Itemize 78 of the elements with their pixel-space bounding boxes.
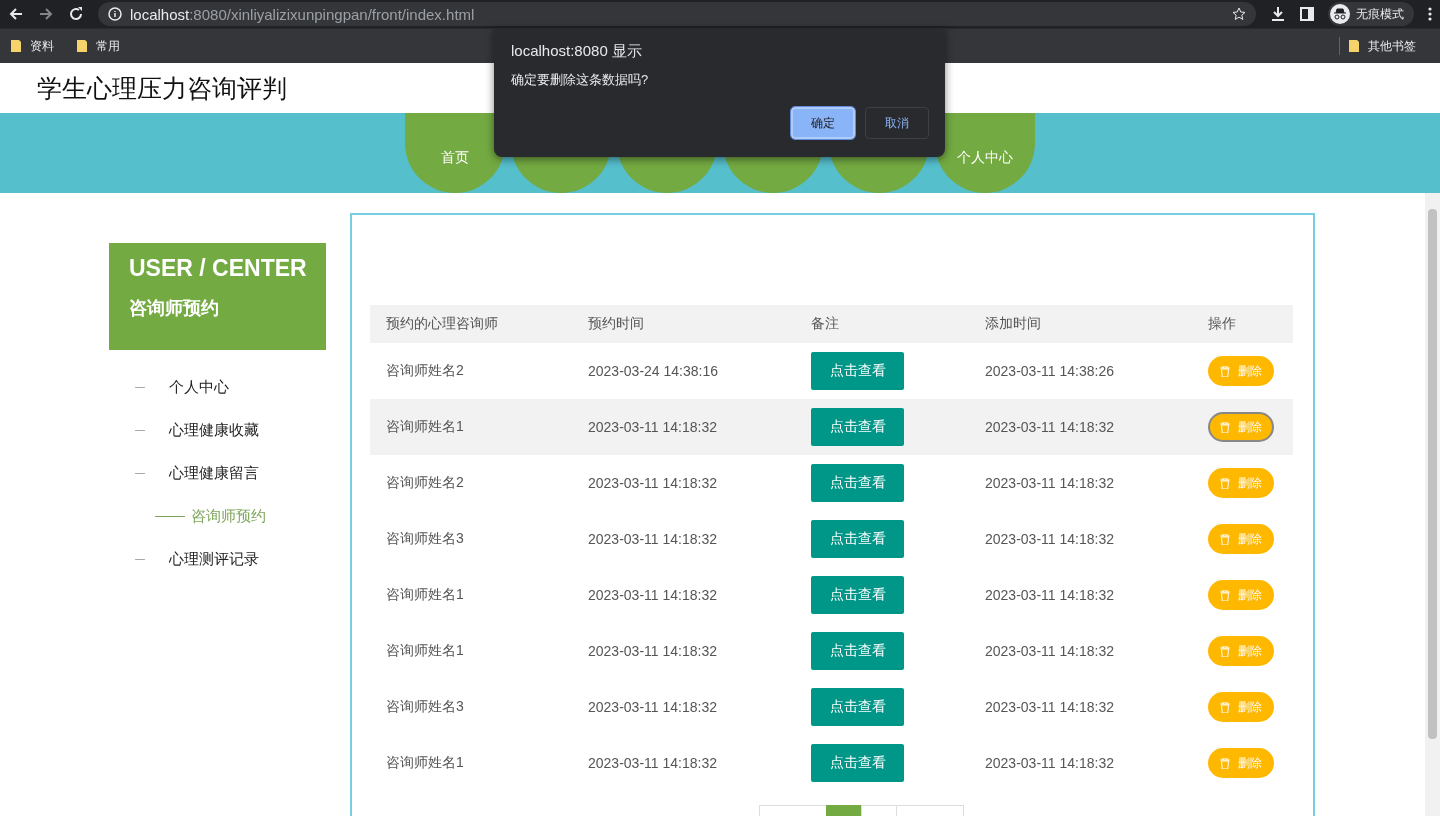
info-icon[interactable] — [108, 7, 122, 21]
table-cell-text: 2023-03-11 14:18:32 — [985, 755, 1115, 771]
nav-tab[interactable]: 首页 — [405, 113, 505, 193]
column-header: 添加时间 — [985, 315, 1042, 333]
view-button[interactable]: 点击查看 — [811, 520, 904, 558]
star-icon[interactable] — [1232, 7, 1246, 21]
sidebar-item[interactable]: 心理测评记录 — [135, 548, 326, 570]
scrollbar[interactable] — [1425, 193, 1440, 816]
bookmark-link[interactable]: 常用 — [96, 37, 120, 55]
sidebar-item[interactable]: 咨询师预约 — [135, 505, 326, 527]
trash-icon — [1220, 589, 1230, 601]
trash-icon — [1220, 477, 1230, 489]
reload-icon[interactable] — [68, 6, 84, 22]
dialog-message: 确定要删除这条数据吗? — [511, 71, 650, 89]
sidebar-item[interactable]: 心理健康收藏 — [135, 419, 326, 441]
trash-icon — [1220, 365, 1230, 377]
table-cell-text: 2023-03-11 14:18:32 — [588, 587, 718, 603]
url-text: localhost:8080/xinliyalizixunpingpan/front/index.html — [130, 5, 475, 23]
table-cell-text: 2023-03-11 14:18:32 — [985, 419, 1115, 435]
table-cell-text: 2023-03-11 14:18:32 — [588, 699, 718, 715]
trash-icon — [1220, 757, 1230, 769]
table-cell-text: 2023-03-11 14:18:32 — [588, 419, 718, 435]
table-cell-text: 咨询师姓名2 — [386, 362, 465, 380]
back-icon[interactable] — [8, 6, 24, 22]
folder-icon — [10, 39, 22, 53]
view-button[interactable]: 点击查看 — [811, 744, 904, 782]
table-cell-text: 2023-03-11 14:18:32 — [985, 643, 1115, 659]
view-button[interactable]: 点击查看 — [811, 576, 904, 614]
table-cell-text: 2023-03-11 14:18:32 — [985, 587, 1115, 603]
folder-icon — [1348, 39, 1360, 53]
profile-button[interactable]: 无痕模式 — [1328, 2, 1414, 26]
download-icon[interactable] — [1270, 6, 1286, 22]
trash-icon — [1220, 533, 1230, 545]
table-cell-text: 2023-03-11 14:18:32 — [985, 699, 1115, 715]
column-header: 预约的心理咨询师 — [386, 315, 499, 333]
table-cell-text: 2023-03-11 14:18:32 — [588, 755, 718, 771]
column-header: 预约时间 — [588, 315, 645, 333]
section-heading: USER / CENTER — [129, 255, 308, 282]
table-cell-text: 2023-03-11 14:18:32 — [588, 475, 718, 491]
table-cell-text: 咨询师姓名1 — [386, 754, 465, 772]
trash-icon — [1220, 701, 1230, 713]
menu-icon[interactable] — [1428, 7, 1432, 21]
table-cell-text: 咨询师姓名3 — [386, 698, 465, 716]
forward-icon[interactable] — [38, 6, 54, 22]
view-button[interactable]: 点击查看 — [811, 408, 904, 446]
view-button[interactable]: 点击查看 — [811, 632, 904, 670]
table-cell-text: 2023-03-11 14:18:32 — [985, 531, 1115, 547]
folder-icon — [76, 39, 88, 53]
table-cell-text: 2023-03-24 14:38:16 — [588, 363, 719, 379]
table-cell-text: 咨询师姓名3 — [386, 530, 465, 548]
sidebar-item[interactable]: 心理健康留言 — [135, 462, 326, 484]
cancel-button[interactable]: 取消 — [865, 107, 929, 139]
table-cell-text: 2023-03-11 14:38:26 — [985, 363, 1115, 379]
confirm-button[interactable]: 确定 — [791, 107, 855, 139]
nav-tab[interactable]: 个人中心 — [935, 113, 1035, 193]
side-panel-icon[interactable] — [1300, 7, 1314, 21]
dialog-title: localhost:8080 显示 — [511, 42, 643, 61]
site-title: 学生心理压力咨询评判 — [37, 72, 287, 104]
section-subheading: 咨询师预约 — [129, 297, 220, 320]
column-header: 备注 — [811, 315, 840, 333]
table-cell-text: 咨询师姓名2 — [386, 474, 465, 492]
address-bar[interactable]: localhost:8080/xinliyalizixunpingpan/front/index.html — [98, 2, 1256, 26]
table-cell-text: 咨询师姓名1 — [386, 586, 465, 604]
table-cell-text: 2023-03-11 14:18:32 — [588, 531, 718, 547]
table-cell-text: 2023-03-11 14:18:32 — [588, 643, 718, 659]
view-button[interactable]: 点击查看 — [811, 688, 904, 726]
table-cell-text: 咨询师姓名1 — [386, 642, 465, 660]
table-cell-text: 2023-03-11 14:18:32 — [985, 475, 1115, 491]
trash-icon — [1220, 645, 1230, 657]
incognito-icon — [1330, 4, 1350, 24]
column-header: 操作 — [1208, 315, 1237, 333]
table-cell-text: 咨询师姓名1 — [386, 418, 465, 436]
sidebar-item[interactable]: 个人中心 — [135, 376, 326, 398]
view-button[interactable]: 点击查看 — [811, 464, 904, 502]
bookmark-link[interactable]: 资料 — [30, 37, 54, 55]
view-button[interactable]: 点击查看 — [811, 352, 904, 390]
trash-icon — [1220, 421, 1230, 433]
bookmark-link[interactable]: 其他书签 — [1368, 37, 1416, 55]
